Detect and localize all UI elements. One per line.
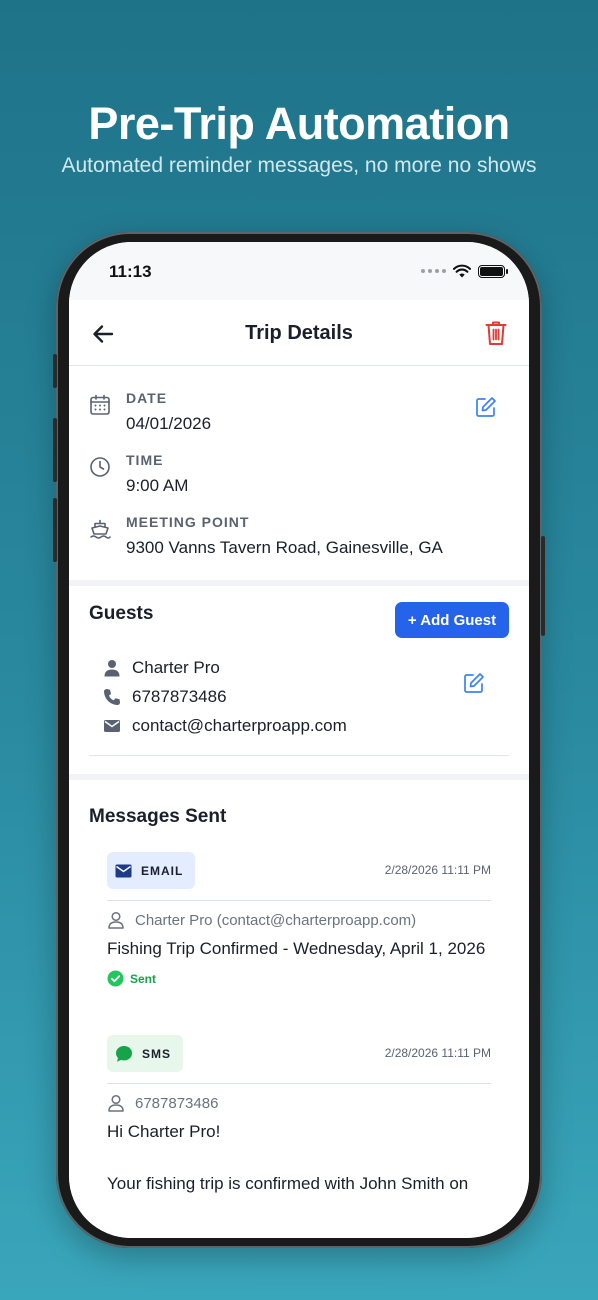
guest-divider	[89, 755, 509, 756]
volume-down-button	[53, 498, 57, 562]
guests-card: Guests + Add Guest Charter Pro 678787348…	[69, 586, 529, 774]
promo-subtitle: Automated reminder messages, no more no …	[61, 154, 537, 177]
status-icons	[421, 264, 508, 278]
guest-name: Charter Pro	[132, 658, 220, 677]
guest-phone: 6787873486	[132, 687, 227, 706]
phone-screen: 11:13 Trip Details DATE 04/01/2026 TIME …	[69, 242, 529, 1238]
date-label: DATE	[126, 390, 168, 406]
status-time: 11:13	[109, 262, 152, 281]
date-value: 04/01/2026	[126, 414, 212, 433]
sms-from: 6787873486	[135, 1094, 219, 1112]
trip-details-card: DATE 04/01/2026 TIME 9:00 AM MEETING POI…	[69, 366, 529, 580]
email-badge-label: EMAIL	[141, 863, 184, 878]
envelope-icon	[115, 864, 132, 877]
guest-email-line: contact@charterproapp.com	[103, 716, 347, 736]
edit-details-icon[interactable]	[475, 396, 497, 418]
messages-card: Messages Sent EMAIL 2/28/2026 11:11 PM C…	[69, 780, 529, 1238]
check-circle-icon	[107, 970, 124, 987]
time-value: 9:00 AM	[126, 476, 189, 495]
envelope-icon	[104, 720, 120, 732]
email-divider	[107, 900, 491, 901]
person-outline-icon	[108, 1094, 124, 1112]
person-outline-icon	[108, 911, 124, 929]
guest-email: contact@charterproapp.com	[132, 716, 347, 735]
time-label: TIME	[126, 452, 164, 468]
guest-phone-line: 6787873486	[103, 687, 227, 707]
add-guest-button[interactable]: + Add Guest	[395, 602, 509, 638]
email-badge: EMAIL	[107, 852, 196, 889]
sms-badge: SMS	[107, 1035, 184, 1072]
sms-text-line-2: Your fishing trip is confirmed with John…	[107, 1174, 469, 1193]
phone-icon	[104, 689, 120, 705]
person-icon	[104, 660, 120, 677]
email-subject: Fishing Trip Confirmed - Wednesday, Apri…	[107, 939, 486, 958]
email-status: Sent	[107, 970, 156, 987]
trash-icon[interactable]	[485, 320, 507, 346]
mute-switch	[53, 354, 57, 388]
status-bar: 11:13	[69, 242, 529, 300]
sms-date: 2/28/2026 11:11 PM	[384, 1046, 491, 1060]
sms-divider	[107, 1083, 491, 1084]
sms-text-line-1: Hi Charter Pro!	[107, 1122, 221, 1141]
volume-up-button	[53, 418, 57, 482]
guests-title: Guests	[89, 603, 154, 624]
wifi-icon	[453, 264, 471, 278]
email-from-line: Charter Pro (contact@charterproapp.com)	[107, 911, 416, 929]
meeting-point-value: 9300 Vanns Tavern Road, Gainesville, GA	[126, 538, 443, 557]
phone-frame: 11:13 Trip Details DATE 04/01/2026 TIME …	[53, 232, 545, 1248]
power-button	[541, 536, 545, 636]
promo-title: Pre-Trip Automation	[88, 98, 510, 149]
signal-dots-icon	[421, 269, 446, 273]
sms-from-line: 6787873486	[107, 1094, 218, 1112]
email-date: 2/28/2026 11:11 PM	[384, 863, 491, 877]
calendar-icon	[90, 394, 110, 415]
battery-icon	[478, 264, 508, 278]
clock-icon	[90, 457, 110, 477]
email-from: Charter Pro (contact@charterproapp.com)	[135, 911, 417, 929]
messages-title: Messages Sent	[89, 806, 227, 827]
page-title: Trip Details	[245, 322, 353, 344]
sms-badge-label: SMS	[142, 1046, 172, 1061]
meeting-point-label: MEETING POINT	[126, 514, 250, 530]
guest-name-line: Charter Pro	[103, 658, 220, 678]
chat-bubble-icon	[116, 1045, 132, 1062]
email-status-label: Sent	[130, 971, 157, 986]
edit-guest-icon[interactable]	[463, 672, 485, 694]
nav-bar: Trip Details	[69, 300, 529, 366]
boat-icon	[90, 519, 111, 539]
